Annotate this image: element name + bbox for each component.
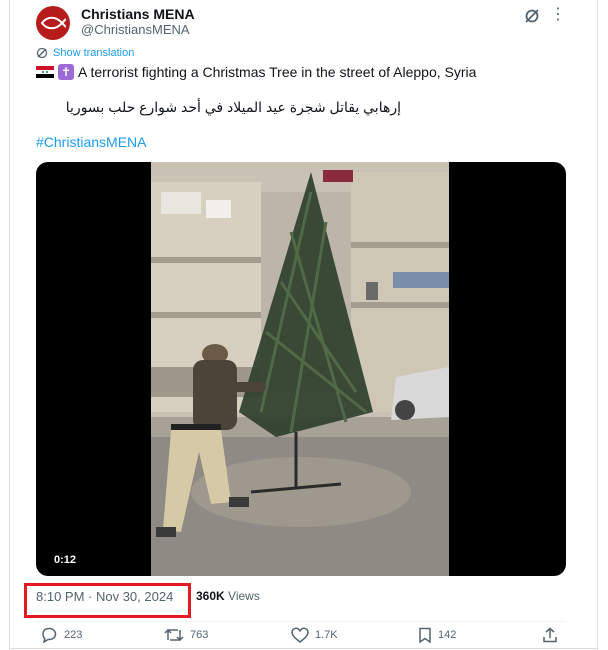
bookmark-icon — [419, 627, 431, 643]
reply-icon — [42, 627, 57, 643]
video-frame — [151, 162, 449, 576]
like-button[interactable]: 1.7K — [291, 627, 338, 643]
hashtag-link[interactable]: #ChristiansMENA — [36, 134, 146, 150]
reply-button[interactable]: 223 — [40, 627, 82, 643]
views-number: 360K — [196, 589, 225, 603]
video-player[interactable]: 0:12 — [36, 162, 566, 576]
tweet-text: ✝ A terrorist fighting a Christmas Tree … — [36, 64, 476, 80]
video-still-image — [151, 162, 449, 576]
card-border-bottom — [9, 648, 598, 649]
views-label: Views — [228, 589, 260, 603]
repost-icon — [164, 628, 184, 642]
like-icon — [291, 627, 309, 643]
show-translation-label: Show translation — [53, 47, 135, 59]
card-border-left — [9, 0, 10, 650]
highlight-box — [24, 583, 191, 618]
author-name[interactable]: Christians MENA — [81, 6, 195, 22]
translate-icon — [36, 47, 48, 59]
author-handle[interactable]: @ChristiansMENA — [81, 22, 190, 37]
share-icon — [543, 627, 557, 643]
syria-flag-icon — [36, 66, 54, 78]
grok-icon[interactable] — [523, 7, 541, 25]
share-button[interactable] — [542, 627, 558, 643]
repost-button[interactable]: 763 — [164, 627, 208, 643]
avatar-fish-icon — [40, 16, 66, 30]
views-count: 360K Views — [196, 589, 260, 603]
cross-icon: ✝ — [58, 64, 74, 80]
video-duration: 0:12 — [54, 554, 77, 566]
reply-count: 223 — [64, 629, 83, 641]
like-count: 1.7K — [315, 629, 338, 641]
card-border-right — [597, 0, 598, 650]
bookmark-button[interactable]: 142 — [418, 627, 456, 643]
show-translation-link[interactable]: Show translation — [36, 47, 134, 59]
tweet-text-en: A terrorist fighting a Christmas Tree in… — [78, 64, 477, 80]
more-icon[interactable]: ⋮ — [550, 6, 566, 24]
bookmark-count: 142 — [438, 629, 457, 641]
repost-count: 763 — [190, 629, 209, 641]
avatar[interactable] — [36, 6, 70, 40]
divider — [36, 621, 566, 622]
tweet-text-ar: إرهابي يقاتل شجرة عيد الميلاد في أحد شوا… — [65, 99, 401, 115]
